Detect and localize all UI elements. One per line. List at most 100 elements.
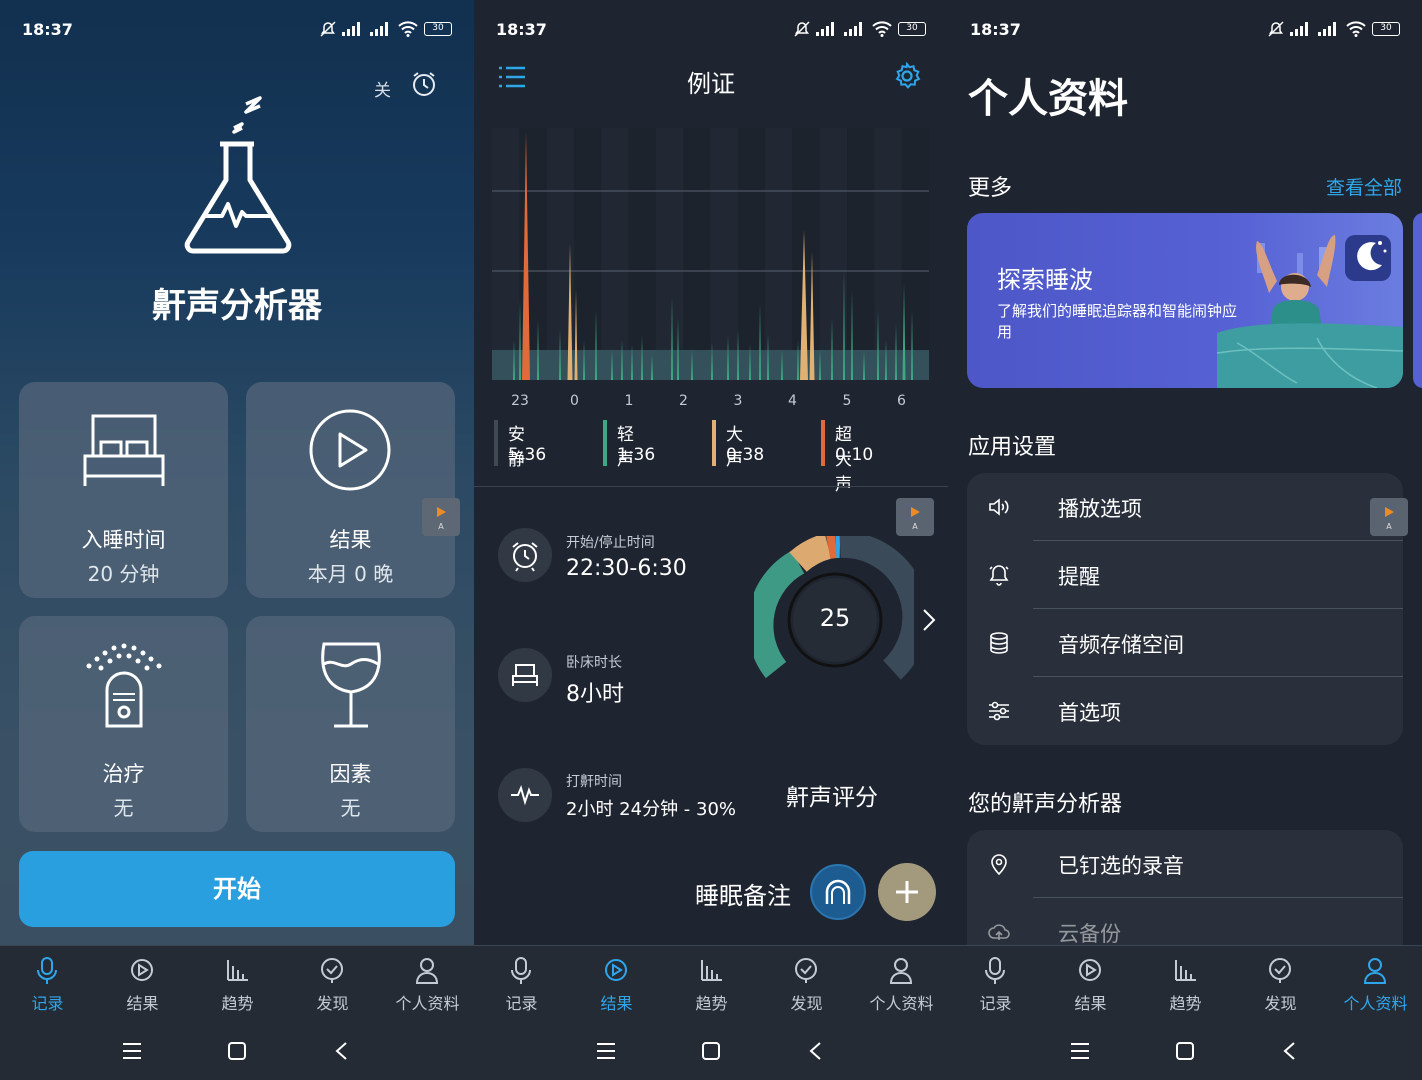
home-key-icon[interactable]: [1175, 1042, 1195, 1060]
tab-discover[interactable]: 发现: [285, 954, 380, 1014]
overlay-handle-icon[interactable]: A: [1370, 498, 1408, 536]
banner-card[interactable]: 探索睡波 了解我们的睡眠追踪器和智能闹钟应用: [967, 213, 1403, 388]
card-remedies[interactable]: 治疗 无: [19, 616, 228, 832]
sleep-note-chip[interactable]: [810, 864, 866, 920]
play-circle-icon: [131, 959, 153, 981]
x-tick-label: 6: [897, 393, 906, 409]
tab-label: 发现: [316, 994, 349, 1013]
tab-discover[interactable]: 发现: [759, 954, 854, 1014]
card-factors[interactable]: 因素 无: [246, 616, 455, 832]
next-banner-card[interactable]: [1413, 213, 1422, 388]
back-key-icon[interactable]: [334, 1042, 348, 1060]
screen-results: 18:37 30 例证 23 0 1 2 3 4 5 6 安静 5:36 轻声 1:36 大声 0:…: [474, 0, 948, 1080]
menu-key-icon[interactable]: [596, 1042, 616, 1060]
tab-trends[interactable]: 趋势: [190, 954, 285, 1014]
legend-swatch: [712, 420, 716, 466]
database-icon: [990, 632, 1008, 654]
battery-icon: 30: [1372, 22, 1400, 36]
tab-record[interactable]: 记录: [948, 954, 1043, 1014]
card-title: 入睡时间: [81, 528, 166, 552]
snore-time-row: 打鼾时间 2小时 24分钟 - 30%: [566, 771, 736, 821]
status-bar: 18:37 30: [948, 0, 1422, 60]
chart-background-band: [819, 128, 848, 380]
tab-results[interactable]: 结果: [95, 954, 190, 1014]
overlay-handle-icon[interactable]: A: [422, 498, 460, 536]
settings-item-preferences[interactable]: 首选项: [967, 677, 1403, 745]
row-value: 8小时: [566, 682, 624, 707]
banner-description: 了解我们的睡眠追踪器和智能闹钟应用: [997, 302, 1238, 341]
x-tick-label: 4: [788, 393, 797, 409]
card-sleep-latency[interactable]: 入睡时间 20 分钟: [19, 382, 228, 598]
tab-trends[interactable]: 趋势: [664, 954, 759, 1014]
tab-label: 趋势: [695, 994, 728, 1013]
wifi-icon: [1346, 21, 1366, 37]
snore-chart[interactable]: 23 0 1 2 3 4 5 6: [492, 128, 929, 428]
tab-profile[interactable]: 个人资料: [854, 954, 948, 1014]
row-label: 开始/停止时间: [566, 535, 655, 551]
alarm-clock-icon[interactable]: [410, 70, 438, 98]
play-circle-icon: [309, 409, 391, 491]
lab-flask-icon: [184, 96, 292, 254]
mute-icon: [794, 21, 810, 37]
screen-profile: 18:37 30 个人资料 更多 查看全部 探索睡波 了解我们的睡眠追踪器和智能…: [948, 0, 1422, 1080]
menu-key-icon[interactable]: [122, 1042, 142, 1060]
location-pin-icon: [991, 854, 1007, 876]
play-circle-icon: [1079, 959, 1101, 981]
status-time: 18:37: [970, 20, 1021, 39]
legend-swatch: [494, 420, 498, 466]
start-button[interactable]: 开始: [19, 851, 455, 927]
cpap-device-icon: [86, 643, 162, 728]
tab-record[interactable]: 记录: [474, 954, 569, 1014]
chart-background-band: [628, 128, 656, 380]
item-pinned-recordings[interactable]: 已钉选的录音: [967, 830, 1403, 898]
card-results[interactable]: 结果 本月 0 晚: [246, 382, 455, 598]
screen-record: 18:37 30 关 鼾声分析器 入睡时间 20 分钟 结果 本月 0 晚 A …: [0, 0, 474, 1080]
sliders-icon: [989, 701, 1009, 721]
add-note-button[interactable]: [878, 863, 936, 921]
back-key-icon[interactable]: [808, 1042, 822, 1060]
svg-text:A: A: [912, 522, 918, 531]
time-in-bed-row: 卧床时长 8小时: [566, 652, 624, 708]
chart-background-band: [655, 128, 684, 380]
person-icon: [889, 958, 913, 984]
card-value: 无: [340, 796, 361, 820]
tab-profile[interactable]: 个人资料: [1328, 954, 1422, 1014]
alarm-state-label[interactable]: 关: [374, 76, 391, 101]
microphone-icon: [511, 957, 531, 984]
tab-record[interactable]: 记录: [0, 954, 95, 1014]
plus-icon: [896, 881, 918, 903]
overlay-handle-icon[interactable]: A: [896, 498, 934, 536]
tab-profile[interactable]: 个人资料: [380, 954, 474, 1014]
settings-label: 音频存储空间: [1058, 633, 1184, 657]
item-label: 已钉选的录音: [1058, 854, 1184, 878]
signal-icon: [342, 22, 364, 36]
mute-icon: [1268, 21, 1284, 37]
section-app-settings: 应用设置: [968, 435, 1057, 460]
chart-background-band: [847, 128, 875, 380]
chart-background-band: [683, 128, 711, 380]
tab-trends[interactable]: 趋势: [1138, 954, 1233, 1014]
gear-icon[interactable]: [893, 62, 921, 90]
item-label: 云备份: [1058, 922, 1121, 946]
legend-swatch: [603, 420, 607, 466]
chart-background-band: [601, 128, 629, 380]
tab-label: 记录: [31, 994, 64, 1013]
see-all-link[interactable]: 查看全部: [1326, 173, 1402, 200]
home-key-icon[interactable]: [701, 1042, 721, 1060]
menu-key-icon[interactable]: [1070, 1042, 1090, 1060]
home-key-icon[interactable]: [227, 1042, 247, 1060]
back-key-icon[interactable]: [1282, 1042, 1296, 1060]
settings-item-reminders[interactable]: 提醒: [967, 541, 1403, 609]
x-tick-label: 5: [843, 393, 852, 409]
tab-results[interactable]: 结果: [1043, 954, 1138, 1014]
speaker-icon: [989, 498, 1009, 516]
chevron-right-icon[interactable]: [922, 608, 936, 632]
settings-item-playback[interactable]: 播放选项: [967, 473, 1403, 541]
chart-background-band: [710, 128, 738, 380]
tab-label: 个人资料: [1343, 994, 1408, 1013]
tab-discover[interactable]: 发现: [1233, 954, 1328, 1014]
legend-swatch: [821, 420, 825, 466]
settings-item-storage[interactable]: 音频存储空间: [967, 609, 1403, 677]
tab-results[interactable]: 结果: [569, 954, 664, 1014]
sleep-notes-label: 睡眠备注: [695, 882, 791, 910]
